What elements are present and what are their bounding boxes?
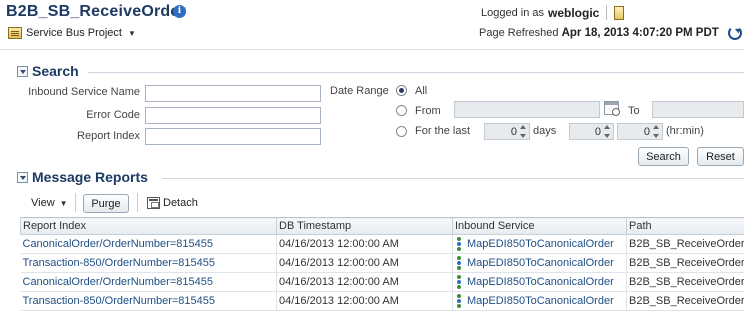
refreshed-time: Apr 18, 2013 4:07:20 PM PDT — [561, 27, 719, 39]
last-hours-value: 0 — [594, 125, 601, 138]
path-cell: B2B_SB_ReceiveOrder — [626, 234, 744, 254]
inbound-service-link[interactable]: MapEDI850ToCanonicalOrder — [467, 238, 614, 250]
db-timestamp-cell: 04/16/2013 12:00:00 AM — [276, 272, 453, 292]
proxy-service-icon — [455, 255, 463, 271]
refresh-icon[interactable] — [728, 26, 742, 40]
inbound-service-link[interactable]: MapEDI850ToCanonicalOrder — [467, 257, 614, 269]
inbound-service-link[interactable]: MapEDI850ToCanonicalOrder — [467, 295, 614, 307]
proxy-service-icon — [455, 274, 463, 290]
last-days-value: 0 — [510, 125, 517, 138]
days-label: days — [533, 125, 557, 137]
report-index-link[interactable]: CanonicalOrder/OrderNumber=815455 — [20, 234, 277, 254]
search-section-title: Search — [32, 63, 79, 79]
document-icon[interactable] — [614, 5, 625, 20]
message-reports-title: Message Reports — [32, 169, 148, 185]
view-menu-label: View — [31, 197, 55, 209]
date-range-from-label: From — [415, 105, 441, 117]
table-row[interactable]: Transaction-850/OrderNumber=815455 04/16… — [20, 253, 744, 273]
column-header-db-timestamp[interactable]: DB Timestamp — [276, 217, 453, 235]
detach-button[interactable]: Detach — [147, 197, 198, 209]
stepper-arrows-icon[interactable] — [520, 125, 527, 138]
page-header: B2B_SB_ReceiveOrder i Service Bus Projec… — [0, 0, 744, 50]
column-header-inbound-service[interactable]: Inbound Service — [452, 217, 627, 235]
search-section-header[interactable]: Search — [17, 63, 79, 79]
column-header-path[interactable]: Path — [626, 217, 744, 235]
project-icon — [8, 27, 22, 39]
reset-button[interactable]: Reset — [697, 147, 744, 166]
date-range-last-label: For the last — [415, 125, 471, 137]
report-index-link[interactable]: CanonicalOrder/OrderNumber=815455 — [20, 272, 277, 292]
logged-in-user: weblogic — [548, 5, 600, 20]
table-row[interactable]: CanonicalOrder/OrderNumber=815455 04/16/… — [20, 234, 744, 254]
db-timestamp-cell: 04/16/2013 12:00:00 AM — [276, 234, 453, 254]
proxy-service-icon — [455, 293, 463, 309]
path-cell: B2B_SB_ReceiveOrder — [626, 291, 744, 311]
message-reports-table: Report Index DB Timestamp Inbound Servic… — [20, 217, 744, 311]
inbound-service-cell: MapEDI850ToCanonicalOrder — [452, 253, 627, 273]
project-menu-label: Service Bus Project — [26, 27, 122, 39]
chevron-down-icon: ▼ — [59, 198, 68, 208]
date-range-all-radio[interactable] — [396, 85, 407, 96]
info-icon[interactable]: i — [173, 5, 186, 18]
inbound-service-cell: MapEDI850ToCanonicalOrder — [452, 272, 627, 292]
login-separator — [606, 5, 608, 20]
path-cell: B2B_SB_ReceiveOrder — [626, 253, 744, 273]
date-range-from-radio[interactable] — [396, 105, 407, 116]
page-refreshed-info: Page Refreshed Apr 18, 2013 4:07:20 PM P… — [479, 27, 719, 39]
message-reports-section-header[interactable]: Message Reports — [17, 169, 148, 185]
toolbar-separator — [137, 193, 138, 212]
column-header-report-index[interactable]: Report Index — [20, 217, 277, 235]
report-index-link[interactable]: Transaction-850/OrderNumber=815455 — [20, 291, 277, 311]
inbound-service-name-input[interactable] — [145, 85, 321, 102]
section-divider — [88, 72, 744, 73]
proxy-service-icon — [455, 236, 463, 252]
last-minutes-stepper[interactable]: 0 — [617, 123, 663, 140]
last-days-stepper[interactable]: 0 — [484, 123, 530, 140]
collapse-toggle-icon — [17, 65, 28, 77]
calendar-icon[interactable] — [604, 101, 620, 116]
error-code-label: Error Code — [86, 109, 140, 121]
report-index-label: Report Index — [77, 130, 140, 142]
collapse-toggle-icon — [17, 171, 28, 183]
inbound-service-cell: MapEDI850ToCanonicalOrder — [452, 234, 627, 254]
section-divider — [162, 178, 744, 179]
date-range-last-radio[interactable] — [396, 126, 407, 137]
db-timestamp-cell: 04/16/2013 12:00:00 AM — [276, 291, 453, 311]
to-label: To — [628, 105, 640, 117]
chevron-down-icon: ▼ — [127, 28, 136, 38]
logged-in-label: Logged in as — [481, 6, 544, 19]
detach-icon — [147, 197, 160, 209]
stepper-arrows-icon[interactable] — [653, 125, 660, 138]
report-index-input[interactable] — [145, 128, 321, 145]
view-menu[interactable]: View ▼ — [31, 197, 68, 209]
from-date-input[interactable] — [454, 101, 600, 118]
db-timestamp-cell: 04/16/2013 12:00:00 AM — [276, 253, 453, 273]
hrmin-label: (hr:min) — [666, 125, 704, 137]
login-info: Logged in as weblogic — [481, 5, 625, 20]
refreshed-label: Page Refreshed — [479, 27, 559, 39]
stepper-arrows-icon[interactable] — [604, 125, 611, 138]
toolbar-separator — [75, 193, 76, 212]
date-range-all-label: All — [415, 85, 428, 97]
table-header-row: Report Index DB Timestamp Inbound Servic… — [20, 217, 744, 235]
detach-label: Detach — [163, 197, 198, 209]
page-title: B2B_SB_ReceiveOrder — [6, 3, 186, 20]
date-range-label: Date Range — [330, 85, 389, 97]
report-index-link[interactable]: Transaction-850/OrderNumber=815455 — [20, 253, 277, 273]
service-bus-project-menu[interactable]: Service Bus Project ▼ — [8, 27, 136, 39]
purge-button[interactable]: Purge — [83, 194, 129, 213]
inbound-service-link[interactable]: MapEDI850ToCanonicalOrder — [467, 276, 614, 288]
table-row[interactable]: Transaction-850/OrderNumber=815455 04/16… — [20, 291, 744, 311]
last-minutes-value: 0 — [643, 125, 650, 138]
error-code-input[interactable] — [145, 107, 321, 124]
to-date-input[interactable] — [652, 101, 744, 118]
search-button[interactable]: Search — [638, 147, 689, 166]
path-cell: B2B_SB_ReceiveOrder — [626, 272, 744, 292]
inbound-service-cell: MapEDI850ToCanonicalOrder — [452, 291, 627, 311]
last-hours-stepper[interactable]: 0 — [569, 123, 614, 140]
inbound-service-name-label: Inbound Service Name — [28, 86, 140, 98]
table-row[interactable]: CanonicalOrder/OrderNumber=815455 04/16/… — [20, 272, 744, 292]
